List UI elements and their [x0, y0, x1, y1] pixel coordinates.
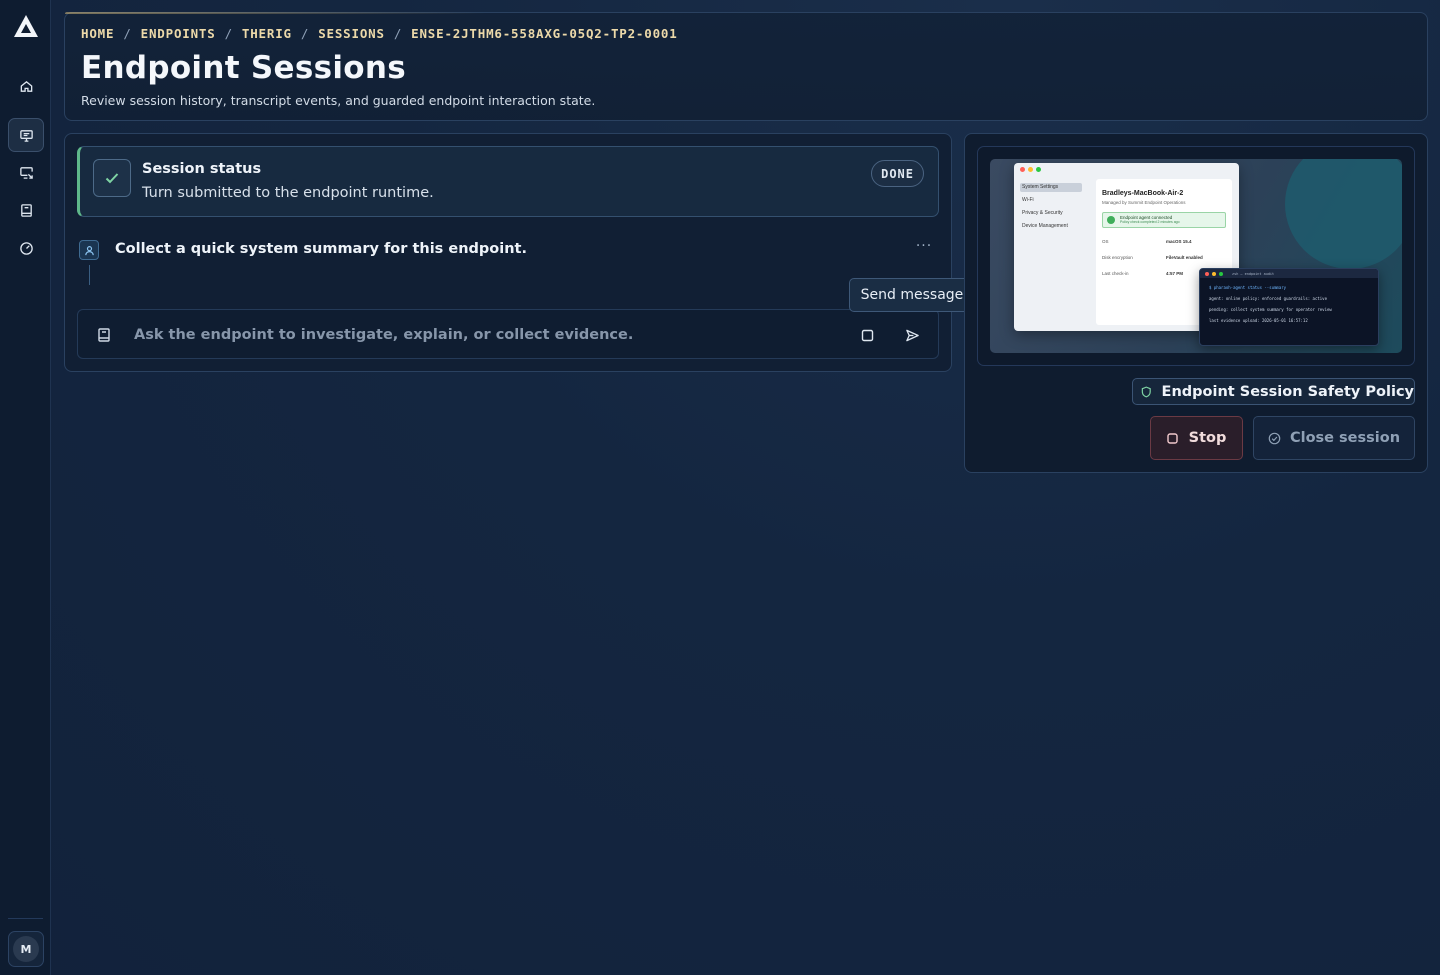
mac-sidebar: System Settings Wi-Fi Privacy & Security… [1020, 183, 1082, 235]
square-icon [861, 329, 873, 341]
sidebar-item-docs[interactable] [8, 193, 44, 227]
safety-policy-chip[interactable]: Endpoint Session Safety Policy [1132, 378, 1415, 405]
mac-sidebar-item: Device Management [1022, 223, 1068, 229]
stop-label: Stop [1188, 430, 1227, 446]
session-chat-panel: Session status Turn submitted to the end… [64, 133, 952, 372]
terminal-titlebar: zsh — endpoint audit [1200, 269, 1378, 278]
minimize-dot [1028, 166, 1033, 172]
monitor-icon [19, 129, 33, 142]
sidebar-item-dashboard[interactable] [8, 231, 44, 265]
status-text: Turn submitted to the endpoint runtime. [142, 185, 434, 201]
endpoint-preview-frame: System Settings Wi-Fi Privacy & Security… [977, 146, 1415, 366]
sidebar-divider [8, 918, 43, 919]
terminal-line: agent: online policy: enforced guardrail… [1209, 296, 1328, 301]
breadcrumb-home[interactable]: HOME [81, 26, 114, 41]
info-label: Last check-in [1102, 271, 1129, 276]
avatar: M [13, 936, 39, 962]
check-circle-icon [1268, 432, 1281, 444]
terminal-output: $ pharaoh-agent status --summary agent: … [1200, 278, 1378, 330]
sidebar-item-endpoints[interactable] [8, 118, 44, 152]
breadcrumb-separator: / [123, 25, 132, 41]
breadcrumb-current: ENSE-2JTHM6-558AXG-05Q2-TP2-0001 [411, 25, 678, 41]
breadcrumb-separator: / [224, 25, 233, 41]
managed-by: Managed by Summit Endpoint Operations [1102, 200, 1186, 205]
breadcrumb-sessions[interactable]: SESSIONS [318, 26, 385, 41]
message-input[interactable] [134, 323, 814, 347]
triangle-logo[interactable] [14, 15, 38, 37]
agent-status-box: Endpoint agent connected Policy check co… [1102, 212, 1226, 228]
host-name: Bradleys-MacBook-Air-2 [1102, 190, 1184, 197]
info-value: FileVault enabled [1166, 255, 1203, 260]
mac-sidebar-item: Wi-Fi [1022, 197, 1034, 203]
sidebar-item-remote[interactable] [8, 155, 44, 189]
close-dot [1020, 166, 1025, 172]
stop-button[interactable]: Stop [1150, 416, 1243, 460]
sidebar: M [0, 0, 51, 975]
message-text: Collect a quick system summary for this … [115, 241, 527, 257]
window-controls [1014, 163, 1239, 175]
book-icon[interactable] [96, 327, 112, 343]
breadcrumb-endpoints[interactable]: ENDPOINTS [141, 26, 216, 41]
close-session-button[interactable]: Close session [1253, 416, 1415, 460]
info-value: macOS 15.4 [1166, 239, 1192, 244]
decorative-circle [1285, 159, 1402, 269]
check-icon [1107, 216, 1115, 224]
policy-label: Endpoint Session Safety Policy [1161, 383, 1414, 400]
breadcrumb-separator: / [393, 25, 403, 41]
zoom-dot [1036, 166, 1041, 172]
send-button[interactable] [900, 323, 924, 347]
breadcrumb: HOME / ENDPOINTS / THERIG / SESSIONS / E… [81, 25, 1411, 41]
shield-icon [1141, 386, 1151, 397]
agent-detail: Policy check completed 2 minutes ago [1120, 220, 1180, 224]
breadcrumb-therig[interactable]: THERIG [242, 26, 292, 41]
endpoint-side-panel: System Settings Wi-Fi Privacy & Security… [964, 133, 1428, 473]
endpoint-screenshot-preview[interactable]: System Settings Wi-Fi Privacy & Security… [990, 159, 1402, 353]
breadcrumb-separator: / [300, 25, 310, 41]
message-composer [77, 309, 939, 359]
info-row: Disk encryption FileVault enabled [1102, 255, 1226, 260]
gauge-icon [19, 241, 33, 255]
close-dot [1205, 271, 1209, 276]
page-header: HOME / ENDPOINTS / THERIG / SESSIONS / E… [64, 12, 1428, 121]
page-title: Endpoint Sessions [81, 50, 407, 86]
mac-sidebar-item: Privacy & Security [1022, 210, 1063, 216]
transcript-message: Collect a quick system summary for this … [77, 238, 939, 288]
more-options-icon[interactable]: ··· [913, 238, 935, 258]
info-value: 4:57 PM [1166, 271, 1184, 276]
terminal-line: pending: collect system summary for oper… [1209, 307, 1332, 312]
send-message-tooltip: Send message [849, 278, 975, 312]
stop-square-button[interactable] [855, 323, 879, 347]
info-label: Disk encryption [1102, 255, 1133, 260]
terminal-line: $ pharaoh-agent status --summary [1209, 285, 1287, 290]
minimize-dot [1212, 271, 1216, 276]
agent-status: Endpoint agent connected [1120, 215, 1173, 220]
status-title: Session status [142, 161, 262, 177]
send-icon [905, 329, 919, 341]
user-menu[interactable]: M [8, 931, 44, 967]
session-status-card: Session status Turn submitted to the end… [77, 146, 939, 217]
terminal-title: zsh — endpoint audit [1232, 271, 1275, 276]
close-session-label: Close session [1289, 430, 1401, 446]
info-row: OS macOS 15.4 [1102, 239, 1226, 244]
thread-line [89, 265, 90, 285]
screen-share-icon [19, 166, 33, 179]
page-subtitle: Review session history, transcript event… [81, 93, 596, 108]
home-icon [20, 80, 32, 92]
sidebar-item-home[interactable] [8, 69, 44, 103]
stop-square-icon [1166, 432, 1178, 444]
check-icon [93, 159, 131, 197]
zoom-dot [1219, 271, 1223, 276]
terminal-window: zsh — endpoint audit $ pharaoh-agent sta… [1199, 268, 1379, 346]
info-label: OS [1102, 239, 1109, 244]
user-icon [79, 240, 99, 260]
status-badge: DONE [871, 160, 924, 187]
mac-sidebar-item: System Settings [1020, 183, 1082, 192]
terminal-line: last evidence upload: 2026-05-01 16:57:1… [1209, 318, 1308, 323]
book-icon [20, 203, 32, 217]
